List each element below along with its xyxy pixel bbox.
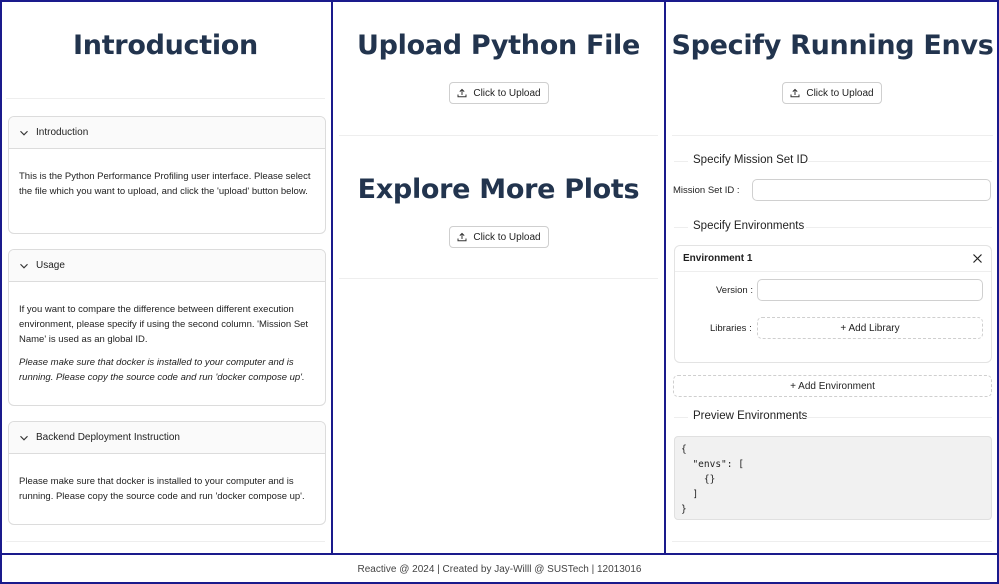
panel-text: This is the Python Performance Profiling…	[19, 171, 311, 197]
upload-button-label: Click to Upload	[473, 87, 541, 99]
upload-icon	[457, 88, 467, 98]
footer-text: Reactive @ 2024 | Created by Jay-Willl @…	[357, 564, 642, 575]
divider	[339, 135, 658, 136]
environment-card-title: Environment 1	[683, 253, 753, 264]
divider	[6, 541, 325, 542]
upload-title: Upload Python File	[356, 30, 641, 61]
version-input[interactable]	[757, 279, 983, 301]
panel-header-backend[interactable]: Backend Deployment Instruction	[9, 422, 325, 454]
divider	[339, 278, 658, 279]
version-label: Version :	[716, 285, 753, 296]
panel-header-label: Backend Deployment Instruction	[36, 432, 180, 443]
upload-icon	[457, 232, 467, 242]
panel-header-introduction[interactable]: Introduction	[9, 117, 325, 149]
preview-section-title: Preview Environments	[693, 410, 808, 422]
divider	[674, 227, 688, 228]
panel-header-label: Introduction	[36, 127, 89, 138]
panel-text-note: Please make sure that docker is installe…	[19, 357, 305, 383]
chevron-down-icon	[20, 130, 28, 136]
panel-header-usage[interactable]: Usage	[9, 250, 325, 282]
close-icon[interactable]	[972, 253, 983, 264]
panel-text: Please make sure that docker is installe…	[19, 476, 305, 502]
mission-set-id-input[interactable]	[752, 179, 991, 201]
libraries-label: Libraries :	[710, 323, 752, 334]
collapse-panel-usage: Usage If you want to compare the differe…	[8, 249, 326, 406]
divider	[808, 161, 992, 162]
upload-button-label: Click to Upload	[473, 231, 541, 243]
explore-plots-upload-button[interactable]: Click to Upload	[449, 226, 549, 248]
introduction-title: Introduction	[73, 30, 258, 61]
upload-button-label: Click to Upload	[806, 87, 874, 99]
environments-section-title: Specify Environments	[693, 220, 805, 232]
envs-title: Specify Running Envs	[671, 30, 994, 61]
panel-text: If you want to compare the difference be…	[19, 304, 309, 345]
mission-set-section-title: Specify Mission Set ID	[693, 154, 809, 166]
divider	[6, 98, 325, 99]
add-environment-button[interactable]: + Add Environment	[673, 375, 992, 397]
collapse-panel-backend: Backend Deployment Instruction Please ma…	[8, 421, 326, 525]
divider	[674, 417, 688, 418]
collapse-panel-introduction: Introduction This is the Python Performa…	[8, 116, 326, 234]
chevron-down-icon	[20, 263, 28, 269]
footer: Reactive @ 2024 | Created by Jay-Willl @…	[0, 553, 999, 584]
explore-title: Explore More Plots	[357, 174, 640, 205]
divider	[674, 161, 688, 162]
divider	[672, 135, 993, 136]
divider	[806, 417, 992, 418]
divider	[672, 541, 992, 542]
panel-header-label: Usage	[36, 260, 65, 271]
environment-card: Environment 1	[674, 245, 992, 363]
upload-python-file-button[interactable]: Click to Upload	[449, 82, 549, 104]
divider	[806, 227, 992, 228]
introduction-column: Introduction Introduction This is the Py…	[0, 0, 333, 553]
upload-column: Upload Python File Click to Upload Explo…	[333, 0, 666, 553]
chevron-down-icon	[20, 435, 28, 441]
envs-upload-button[interactable]: Click to Upload	[782, 82, 882, 104]
mission-set-id-label: Mission Set ID :	[673, 185, 740, 196]
preview-environments-code: { "envs": [ {} ] }	[674, 436, 992, 520]
add-library-button[interactable]: + Add Library	[757, 317, 983, 339]
upload-icon	[790, 88, 800, 98]
